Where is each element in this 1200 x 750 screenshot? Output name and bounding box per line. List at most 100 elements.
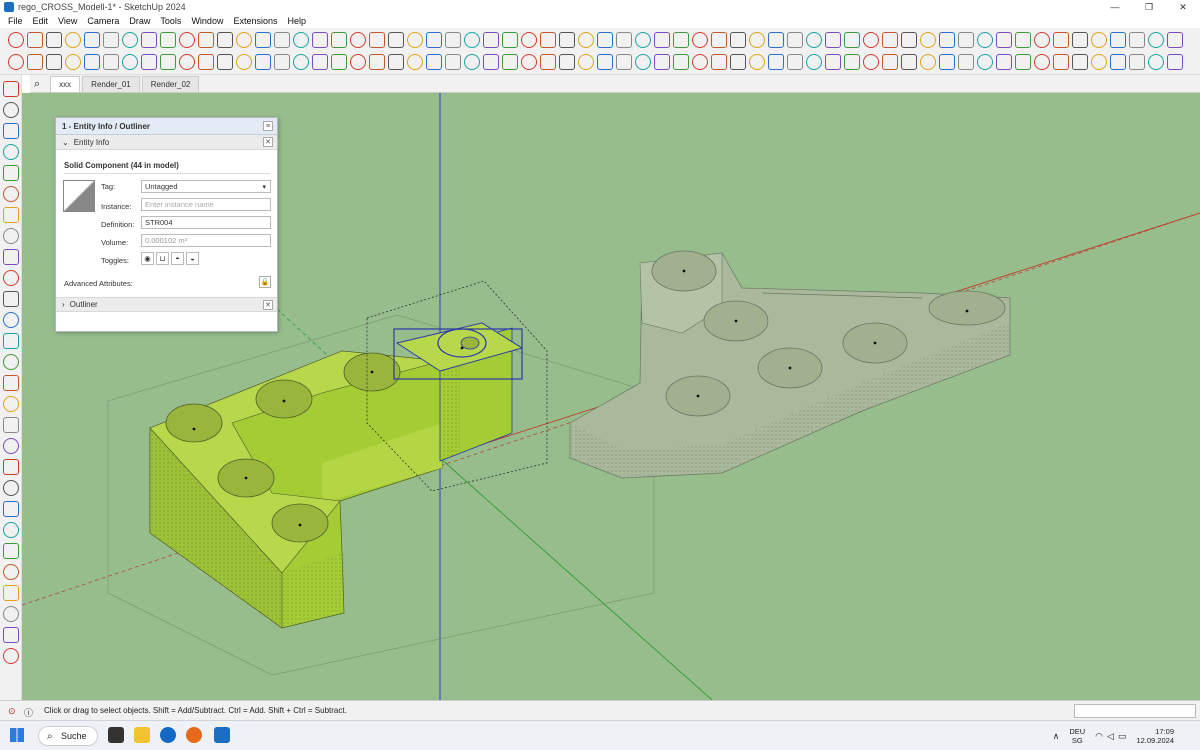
toolbar-1-tool-icon[interactable] [1110, 32, 1126, 48]
toolbar-2-tool-icon[interactable] [445, 54, 461, 70]
task-view-icon[interactable] [108, 727, 124, 743]
toolbar-2-tool-icon[interactable] [901, 54, 917, 70]
left-tool-icon[interactable] [3, 375, 19, 391]
language-indicator[interactable]: DEU SG [1069, 727, 1085, 745]
toolbar-2-tool-icon[interactable] [1110, 54, 1126, 70]
toolbar-1-tool-icon[interactable] [331, 32, 347, 48]
toolbar-1-tool-icon[interactable] [901, 32, 917, 48]
left-tool-icon[interactable] [3, 165, 19, 181]
toolbar-1-tool-icon[interactable] [882, 32, 898, 48]
left-tool-icon[interactable] [3, 417, 19, 433]
toolbar-2-tool-icon[interactable] [521, 54, 537, 70]
left-tool-icon[interactable] [3, 501, 19, 517]
toolbar-2-tool-icon[interactable] [160, 54, 176, 70]
toolbar-2-tool-icon[interactable] [673, 54, 689, 70]
toolbar-2-tool-icon[interactable] [711, 54, 727, 70]
toolbar-2-tool-icon[interactable] [1015, 54, 1031, 70]
toolbar-1-tool-icon[interactable] [1091, 32, 1107, 48]
toolbar-2-tool-icon[interactable] [559, 54, 575, 70]
toolbar-1-tool-icon[interactable] [863, 32, 879, 48]
toolbar-2-tool-icon[interactable] [1053, 54, 1069, 70]
toolbar-2-tool-icon[interactable] [1167, 54, 1183, 70]
toolbar-2-tool-icon[interactable] [597, 54, 613, 70]
toolbar-2-tool-icon[interactable] [806, 54, 822, 70]
toolbar-2-tool-icon[interactable] [1091, 54, 1107, 70]
toolbar-1-tool-icon[interactable] [1129, 32, 1145, 48]
left-tool-icon[interactable] [3, 354, 19, 370]
toolbar-1-tool-icon[interactable] [236, 32, 252, 48]
left-tool-icon[interactable] [3, 207, 19, 223]
toolbar-2-tool-icon[interactable] [635, 54, 651, 70]
search-icon[interactable]: ⌕ [34, 78, 40, 91]
toolbar-2-tool-icon[interactable] [844, 54, 860, 70]
instance-input[interactable]: Enter instance name [141, 198, 271, 211]
left-tool-icon[interactable] [3, 564, 19, 580]
toolbar-1-tool-icon[interactable] [179, 32, 195, 48]
toolbar-2-tool-icon[interactable] [350, 54, 366, 70]
toolbar-2-tool-icon[interactable] [103, 54, 119, 70]
tag-dropdown[interactable]: Untagged ▾ [141, 180, 271, 193]
left-tool-icon[interactable] [3, 522, 19, 538]
toolbar-1-tool-icon[interactable] [521, 32, 537, 48]
left-tool-icon[interactable] [3, 312, 19, 328]
toolbar-1-tool-icon[interactable] [255, 32, 271, 48]
toolbar-2-tool-icon[interactable] [65, 54, 81, 70]
left-tool-icon[interactable] [3, 291, 19, 307]
definition-input[interactable]: STR004 [141, 216, 271, 229]
toolbar-2-tool-icon[interactable] [426, 54, 442, 70]
toolbar-1-tool-icon[interactable] [160, 32, 176, 48]
toolbar-1-tool-icon[interactable] [654, 32, 670, 48]
left-tool-icon[interactable] [3, 396, 19, 412]
left-tool-icon[interactable] [3, 270, 19, 286]
toolbar-2-tool-icon[interactable] [369, 54, 385, 70]
toolbar-2-tool-icon[interactable] [502, 54, 518, 70]
toolbar-1-tool-icon[interactable] [559, 32, 575, 48]
toolbar-1-tool-icon[interactable] [597, 32, 613, 48]
toolbar-2-tool-icon[interactable] [84, 54, 100, 70]
toolbar-1-tool-icon[interactable] [977, 32, 993, 48]
battery-icon[interactable]: ▭ [1118, 731, 1127, 742]
toolbar-1-tool-icon[interactable] [103, 32, 119, 48]
clock[interactable]: 17:09 12.09.2024 [1136, 727, 1174, 745]
tab-render-01[interactable]: Render_01 [82, 76, 140, 92]
toolbar-1-tool-icon[interactable] [635, 32, 651, 48]
left-tool-icon[interactable] [3, 648, 19, 664]
tab-render-02[interactable]: Render_02 [141, 76, 200, 92]
menu-edit[interactable]: Edit [28, 16, 54, 26]
toolbar-1-tool-icon[interactable] [84, 32, 100, 48]
left-tool-icon[interactable] [3, 459, 19, 475]
maximize-button[interactable]: ❐ [1132, 0, 1166, 14]
toolbar-1-tool-icon[interactable] [369, 32, 385, 48]
toolbar-2-tool-icon[interactable] [236, 54, 252, 70]
edge-icon[interactable] [160, 727, 176, 743]
toolbar-2-tool-icon[interactable] [616, 54, 632, 70]
toolbar-1-tool-icon[interactable] [768, 32, 784, 48]
toolbar-2-tool-icon[interactable] [540, 54, 556, 70]
toolbar-1-tool-icon[interactable] [996, 32, 1012, 48]
close-icon[interactable]: ✕ [263, 137, 273, 147]
toolbar-1-tool-icon[interactable] [464, 32, 480, 48]
menu-extensions[interactable]: Extensions [228, 16, 282, 26]
toolbar-2-tool-icon[interactable] [1072, 54, 1088, 70]
toolbar-2-tool-icon[interactable] [122, 54, 138, 70]
toolbar-2-tool-icon[interactable] [730, 54, 746, 70]
toolbar-1-tool-icon[interactable] [692, 32, 708, 48]
toolbar-1-tool-icon[interactable] [388, 32, 404, 48]
toolbar-2-tool-icon[interactable] [255, 54, 271, 70]
toolbar-2-tool-icon[interactable] [331, 54, 347, 70]
toolbar-1-tool-icon[interactable] [1148, 32, 1164, 48]
left-tool-icon[interactable] [3, 585, 19, 601]
toolbar-2-tool-icon[interactable] [179, 54, 195, 70]
close-icon[interactable]: ✕ [263, 300, 273, 310]
toolbar-1-tool-icon[interactable] [1015, 32, 1031, 48]
toolbar-2-tool-icon[interactable] [217, 54, 233, 70]
info-icon[interactable]: ⊙ [8, 706, 16, 717]
toolbar-2-tool-icon[interactable] [825, 54, 841, 70]
material-swatch[interactable] [63, 180, 95, 212]
left-tool-icon[interactable] [3, 627, 19, 643]
panel-menu-icon[interactable]: ≡ [263, 121, 273, 131]
toolbar-1-tool-icon[interactable] [711, 32, 727, 48]
menu-help[interactable]: Help [282, 16, 311, 26]
toolbar-2-tool-icon[interactable] [977, 54, 993, 70]
left-tool-icon[interactable] [3, 606, 19, 622]
